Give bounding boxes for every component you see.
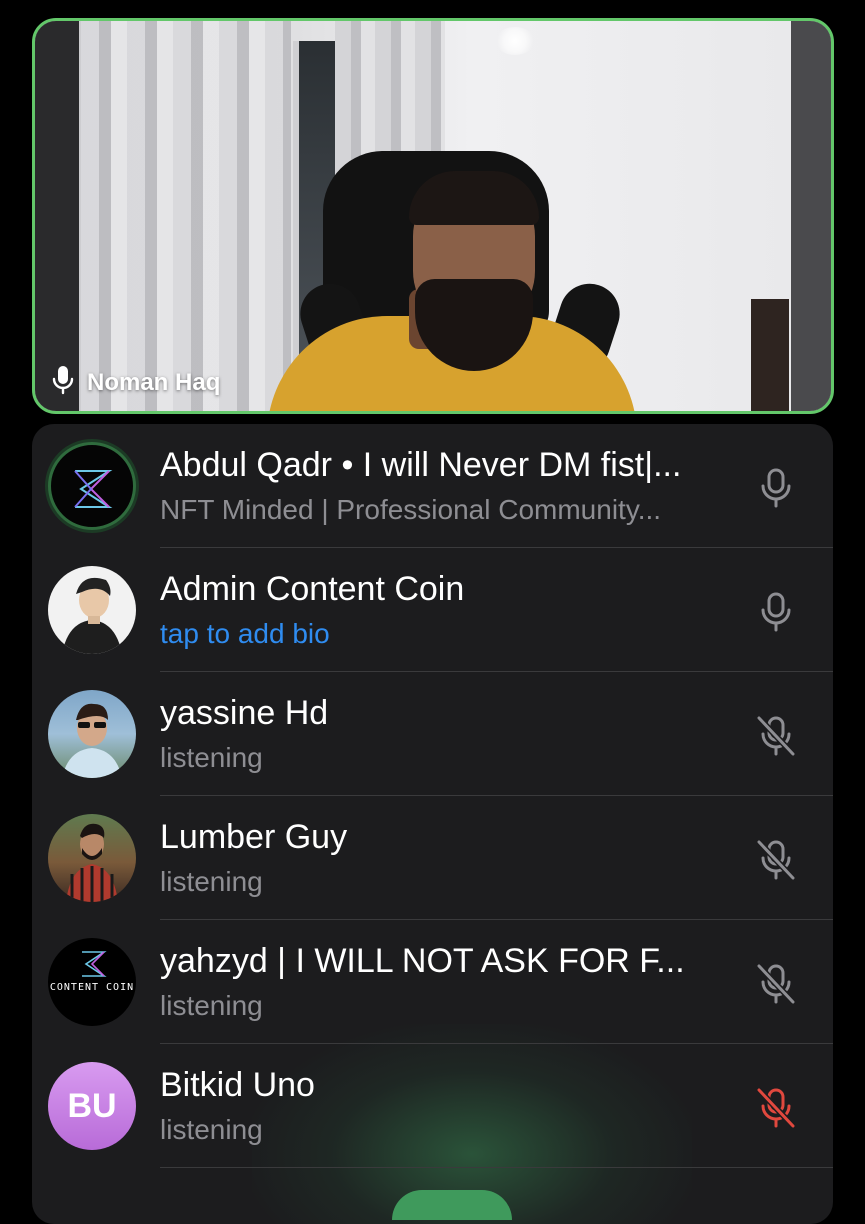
logo-icon: [74, 470, 113, 508]
microphone-muted-icon[interactable]: [754, 838, 798, 882]
microphone-icon[interactable]: [754, 590, 798, 634]
microphone-muted-icon[interactable]: [754, 962, 798, 1006]
speaker-name: Noman Haq: [87, 368, 221, 396]
video-background: [751, 299, 789, 411]
cartoon-avatar-icon: [62, 577, 122, 654]
video-background: [791, 21, 831, 411]
microphone-icon[interactable]: [754, 466, 798, 510]
participant-row[interactable]: Abdul Qadr • I will Never DM fist|... NF…: [32, 424, 833, 548]
divider: [160, 1167, 833, 1168]
participant-row[interactable]: yassine Hd listening: [32, 672, 833, 796]
participant-status: listening: [160, 1114, 263, 1145]
participant-status: listening: [160, 866, 263, 897]
video-person: [409, 171, 539, 225]
video-background: [81, 21, 291, 411]
photo-avatar-icon: [66, 823, 118, 902]
video-background: [495, 27, 535, 55]
add-bio-link[interactable]: tap to add bio: [160, 618, 750, 650]
participant-name: Abdul Qadr • I will Never DM fist|...: [160, 446, 682, 484]
avatar[interactable]: [48, 566, 136, 654]
avatar[interactable]: BU: [48, 1062, 136, 1150]
speaker-video-tile[interactable]: Noman Haq: [32, 18, 834, 414]
avatar[interactable]: [48, 690, 136, 778]
participant-name: Bitkid Uno: [160, 1066, 315, 1104]
microphone-muted-icon[interactable]: [754, 714, 798, 758]
video-background: [35, 21, 79, 411]
participant-row[interactable]: Lumber Guy listening: [32, 796, 833, 920]
avatar[interactable]: CONTENT COIN: [48, 938, 136, 1026]
photo-avatar-icon: [62, 703, 122, 778]
avatar[interactable]: [48, 814, 136, 902]
avatar[interactable]: [48, 442, 136, 530]
speak-button-edge[interactable]: [392, 1190, 512, 1220]
participant-name: yassine Hd: [160, 694, 329, 732]
participant-status: listening: [160, 742, 263, 773]
participants-list: Abdul Qadr • I will Never DM fist|... NF…: [32, 424, 833, 1224]
avatar-text: CONTENT COIN: [49, 982, 135, 993]
participant-name: Admin Content Coin: [160, 570, 465, 608]
participant-status: listening: [160, 990, 263, 1021]
participant-name: Lumber Guy: [160, 818, 348, 856]
microphone-icon: [51, 365, 75, 400]
participant-row[interactable]: BU Bitkid Uno listening: [32, 1044, 833, 1168]
participant-name: yahzyd | I WILL NOT ASK FOR F...: [160, 942, 685, 980]
participant-row[interactable]: CONTENT COIN yahzyd | I WILL NOT ASK FOR…: [32, 920, 833, 1044]
participant-status: NFT Minded | Professional Community...: [160, 494, 662, 525]
microphone-muted-icon[interactable]: [754, 1086, 798, 1130]
speaker-label: Noman Haq: [51, 365, 220, 400]
participant-row[interactable]: Admin Content Coin tap to add bio: [32, 548, 833, 672]
